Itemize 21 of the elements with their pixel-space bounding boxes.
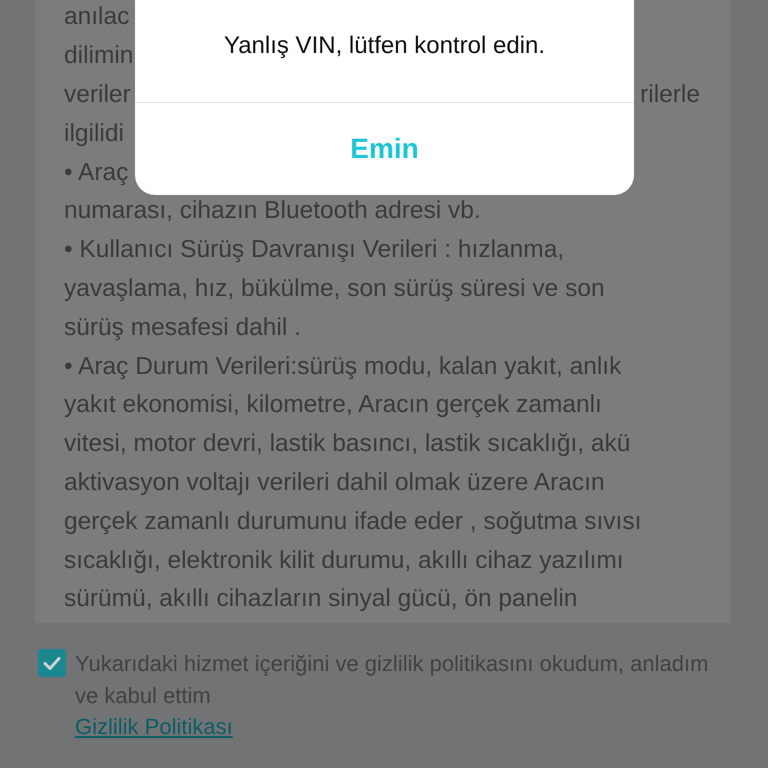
body-text: yavaşlama, hız, bükülme, son sürüş süresi ve son: [64, 274, 605, 303]
checkbox[interactable]: [38, 649, 66, 677]
confirm-button[interactable]: Emin: [135, 103, 634, 195]
body-text: yakıt ekonomisi, kilometre, Aracın gerçek zamanlı: [64, 391, 602, 420]
body-text: anılac: [64, 3, 130, 32]
body-text: • Kullanıcı Sürüş Davranışı Verileri : hızlanma,: [64, 236, 564, 264]
body-text: sürümü, akıllı cihazların sinyal gücü, ön panelin: [64, 585, 578, 614]
body-text: numarası, cihazın Bluetooth adresi vb.: [64, 197, 481, 226]
body-text: veriler: [64, 80, 131, 109]
body-text: rilerle: [640, 80, 700, 109]
body-text: gerçek zamanlı durumunu ifade eder , soğutma sıvısı: [64, 508, 642, 536]
body-text: dilimin: [64, 42, 134, 70]
body-text: vitesi, motor devri, lastik basıncı, lastik sıcaklığı, akü: [64, 430, 630, 458]
alert-message: Yanlış VIN, lütfen kontrol edin.: [135, 0, 634, 103]
body-text: sürüş mesafesi dahil .: [64, 314, 301, 342]
body-text: • Araç Durum Verileri:sürüş modu, kalan yakıt, anlık: [64, 352, 622, 381]
body-text: ilgilidi: [64, 120, 124, 148]
body-text: aktivasyon voltajı verileri dahil olmak üzere Aracın: [64, 468, 605, 497]
privacy-policy-link[interactable]: Gizlilik Politikası: [75, 712, 233, 742]
body-text: • Araç: [64, 158, 128, 187]
body-text: sıcaklığı, elektronik kilit durumu, akıllı cihaz yazılımı: [64, 546, 624, 575]
